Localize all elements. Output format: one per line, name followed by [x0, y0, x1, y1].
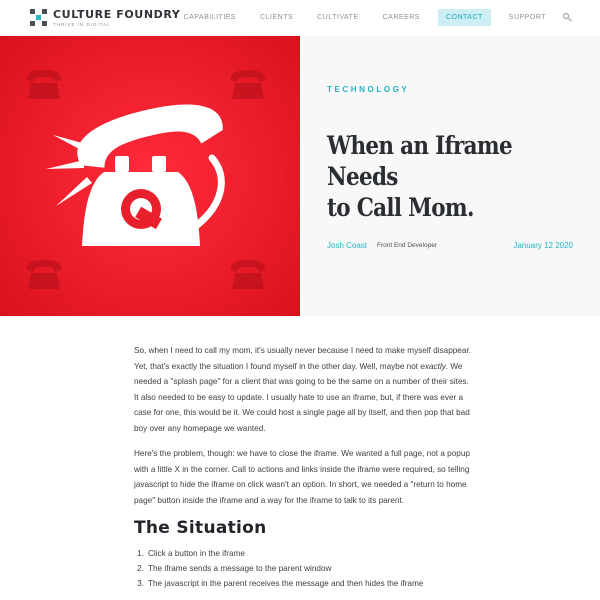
- search-icon[interactable]: [562, 9, 574, 26]
- logo-name: CULTURE FOUNDRY: [53, 8, 181, 21]
- author-role: Front End Developer: [377, 242, 437, 249]
- hero-article-header: TECHNOLOGY When an Iframe Needs to Call …: [300, 36, 600, 316]
- page-title: When an Iframe Needs to Call Mom.: [327, 130, 585, 223]
- nav-careers[interactable]: CAREERS: [371, 9, 432, 26]
- nav-capabilities[interactable]: CAPABILITIES: [172, 9, 249, 26]
- nav-cultivate[interactable]: CULTIVATE: [305, 9, 370, 26]
- category-label[interactable]: TECHNOLOGY: [327, 85, 409, 94]
- paragraph-2: Here's the problem, though: we have to c…: [134, 449, 470, 505]
- nav-clients[interactable]: CLIENTS: [248, 9, 305, 26]
- site-logo[interactable]: CULTURE FOUNDRY THRIVE IN DIGITAL: [30, 9, 180, 28]
- steps-list: 1. Click a button in the iframe 2. The ifr…: [134, 546, 474, 591]
- title-line-2: to Call Mom.: [327, 193, 474, 222]
- nav-contact[interactable]: CONTACT: [437, 9, 491, 26]
- list-item: 3. The javascript in the parent receives …: [137, 579, 424, 588]
- section-heading: The Situation: [134, 518, 267, 538]
- site-header: CULTURE FOUNDRY THRIVE IN DIGITAL CAPABI…: [0, 0, 600, 36]
- telephone-illustration: [26, 70, 266, 289]
- list-item: 2. The iframe sends a message to the pare…: [137, 564, 332, 573]
- paragraph-1: So, when I need to call my mom, it's usu…: [134, 346, 471, 433]
- list-item: 1. Click a button in the iframe: [137, 549, 245, 558]
- article-body: So, when I need to call my mom, it's usu…: [134, 343, 474, 591]
- publish-date: January 12 2020: [513, 241, 573, 250]
- telephone-icon: [46, 104, 225, 246]
- hero-image: [0, 36, 300, 316]
- nav-support[interactable]: SUPPORT: [497, 9, 558, 26]
- main-nav: CAPABILITIES CLIENTS CULTIVATE CAREERS C…: [172, 9, 574, 26]
- logo-tagline: THRIVE IN DIGITAL: [53, 22, 111, 27]
- logo-grid-icon: [30, 9, 47, 26]
- title-line-1: When an Iframe Needs: [327, 131, 513, 191]
- author-link[interactable]: Josh Coast: [327, 241, 367, 250]
